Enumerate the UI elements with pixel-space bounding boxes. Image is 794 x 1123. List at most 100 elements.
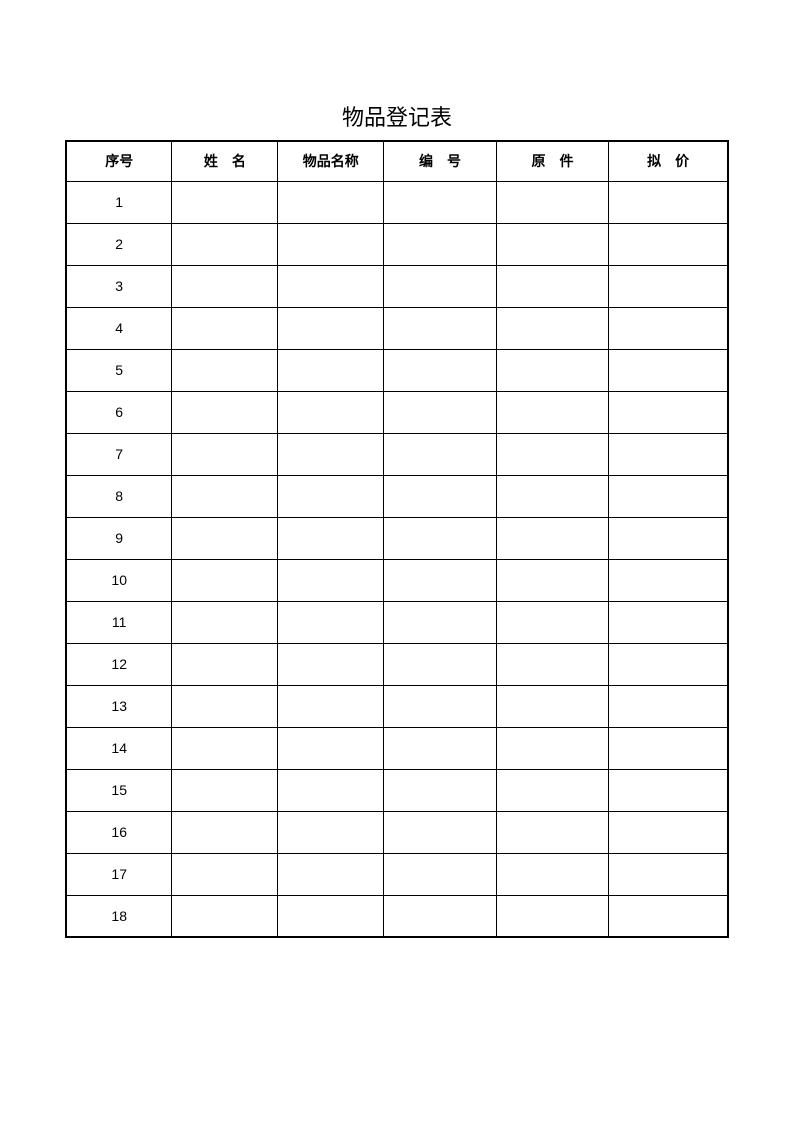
cell-original [496, 475, 609, 517]
cell-number [384, 475, 497, 517]
cell-original [496, 517, 609, 559]
header-item: 物品名称 [278, 141, 384, 181]
cell-price [609, 433, 728, 475]
cell-original [496, 349, 609, 391]
table-row: 8 [66, 475, 728, 517]
header-price: 拟 价 [609, 141, 728, 181]
cell-name [172, 643, 278, 685]
table-row: 11 [66, 601, 728, 643]
header-index: 序号 [66, 141, 172, 181]
cell-index: 4 [66, 307, 172, 349]
cell-name [172, 517, 278, 559]
cell-index: 18 [66, 895, 172, 937]
cell-number [384, 307, 497, 349]
cell-name [172, 685, 278, 727]
cell-original [496, 727, 609, 769]
table-header-row: 序号 姓 名 物品名称 编 号 原 件 拟 价 [66, 141, 728, 181]
cell-item [278, 559, 384, 601]
cell-price [609, 769, 728, 811]
table-row: 13 [66, 685, 728, 727]
header-number: 编 号 [384, 141, 497, 181]
cell-name [172, 307, 278, 349]
cell-original [496, 769, 609, 811]
cell-number [384, 517, 497, 559]
cell-name [172, 433, 278, 475]
item-registration-table: 序号 姓 名 物品名称 编 号 原 件 拟 价 1234567891011121… [65, 140, 729, 938]
cell-name [172, 223, 278, 265]
cell-index: 12 [66, 643, 172, 685]
cell-price [609, 475, 728, 517]
table-row: 18 [66, 895, 728, 937]
cell-price [609, 895, 728, 937]
cell-original [496, 391, 609, 433]
cell-index: 9 [66, 517, 172, 559]
table-row: 1 [66, 181, 728, 223]
cell-name [172, 181, 278, 223]
table-row: 9 [66, 517, 728, 559]
cell-original [496, 307, 609, 349]
cell-number [384, 349, 497, 391]
cell-number [384, 895, 497, 937]
cell-name [172, 559, 278, 601]
cell-original [496, 265, 609, 307]
cell-index: 5 [66, 349, 172, 391]
cell-name [172, 601, 278, 643]
table-row: 5 [66, 349, 728, 391]
cell-number [384, 265, 497, 307]
cell-item [278, 181, 384, 223]
cell-index: 10 [66, 559, 172, 601]
cell-price [609, 181, 728, 223]
cell-item [278, 811, 384, 853]
cell-name [172, 727, 278, 769]
cell-item [278, 685, 384, 727]
cell-index: 11 [66, 601, 172, 643]
cell-item [278, 895, 384, 937]
table-row: 3 [66, 265, 728, 307]
header-name: 姓 名 [172, 141, 278, 181]
header-original: 原 件 [496, 141, 609, 181]
table-row: 15 [66, 769, 728, 811]
table-row: 14 [66, 727, 728, 769]
cell-number [384, 559, 497, 601]
cell-item [278, 265, 384, 307]
cell-number [384, 685, 497, 727]
cell-price [609, 391, 728, 433]
cell-number [384, 181, 497, 223]
cell-item [278, 433, 384, 475]
cell-original [496, 685, 609, 727]
cell-index: 1 [66, 181, 172, 223]
cell-price [609, 685, 728, 727]
cell-price [609, 223, 728, 265]
cell-price [609, 559, 728, 601]
cell-number [384, 727, 497, 769]
cell-price [609, 517, 728, 559]
cell-price [609, 853, 728, 895]
cell-price [609, 601, 728, 643]
cell-item [278, 517, 384, 559]
cell-item [278, 769, 384, 811]
table-row: 10 [66, 559, 728, 601]
cell-name [172, 475, 278, 517]
cell-number [384, 769, 497, 811]
cell-item [278, 223, 384, 265]
cell-price [609, 643, 728, 685]
cell-item [278, 853, 384, 895]
cell-original [496, 433, 609, 475]
cell-price [609, 349, 728, 391]
cell-original [496, 643, 609, 685]
cell-number [384, 391, 497, 433]
table-row: 6 [66, 391, 728, 433]
cell-index: 16 [66, 811, 172, 853]
table-row: 7 [66, 433, 728, 475]
cell-index: 15 [66, 769, 172, 811]
table-row: 16 [66, 811, 728, 853]
cell-number [384, 433, 497, 475]
cell-original [496, 811, 609, 853]
cell-index: 7 [66, 433, 172, 475]
cell-item [278, 307, 384, 349]
cell-name [172, 853, 278, 895]
cell-price [609, 727, 728, 769]
cell-number [384, 223, 497, 265]
table-row: 12 [66, 643, 728, 685]
cell-price [609, 811, 728, 853]
